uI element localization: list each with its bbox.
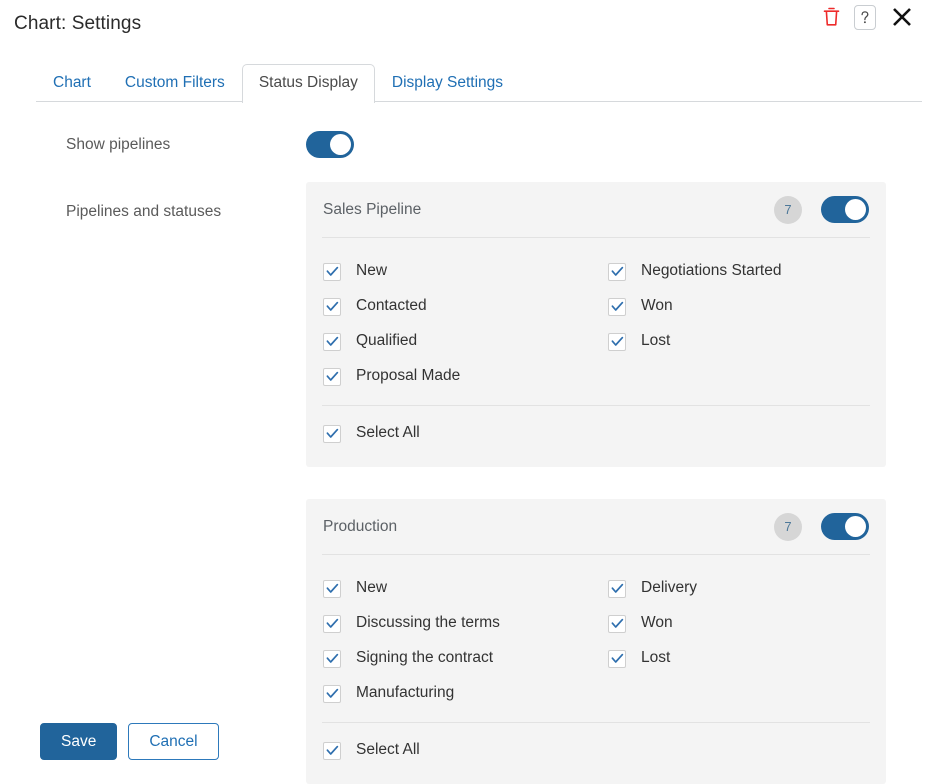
pipeline-toggle[interactable]	[821, 196, 869, 223]
status-label: Won	[641, 614, 673, 632]
checkbox-checked-icon[interactable]	[323, 424, 341, 443]
status-label: New	[356, 262, 388, 280]
status-checkbox-row[interactable]: Proposal Made	[323, 359, 596, 394]
status-column-left: New Contacted Qualified Proposal Made	[323, 254, 596, 394]
status-label: New	[356, 579, 388, 597]
checkbox-checked-icon[interactable]	[323, 741, 341, 760]
status-label: Lost	[641, 649, 671, 667]
select-all-row[interactable]: Select All	[323, 733, 869, 768]
checkbox-checked-icon[interactable]	[608, 332, 626, 351]
trash-icon	[823, 7, 839, 26]
status-checkbox-row[interactable]: Contacted	[323, 289, 596, 324]
status-checkbox-row[interactable]: Signing the contract	[323, 641, 596, 676]
row-pipelines-and-statuses: Pipelines and statuses Sales Pipeline 7	[0, 182, 932, 784]
checkbox-checked-icon[interactable]	[323, 579, 341, 598]
checkbox-checked-icon[interactable]	[608, 649, 626, 668]
checkbox-checked-icon[interactable]	[323, 649, 341, 668]
help-button[interactable]	[854, 4, 876, 30]
pipelines-and-statuses-label: Pipelines and statuses	[66, 203, 222, 220]
tab-bar: Chart Custom Filters Status Display Disp…	[0, 60, 932, 103]
status-label: Delivery	[641, 579, 697, 597]
select-all-wrap: Select All	[323, 406, 869, 467]
status-checkbox-row[interactable]: Discussing the terms	[323, 606, 596, 641]
pipeline-toggle[interactable]	[821, 513, 869, 540]
checkbox-checked-icon[interactable]	[323, 332, 341, 351]
status-checkbox-row[interactable]: Lost	[608, 641, 869, 676]
pipeline-header: Production 7	[323, 499, 869, 554]
pipeline-panel-production: Production 7 New Discussing the terms Si…	[306, 499, 886, 784]
status-label: Negotiations Started	[641, 262, 782, 280]
status-label: Won	[641, 297, 673, 315]
close-icon	[893, 8, 911, 26]
toggle-knob	[845, 199, 866, 220]
pipeline-title: Sales Pipeline	[323, 200, 422, 218]
select-all-wrap: Select All	[323, 723, 869, 784]
status-checkbox-row[interactable]: New	[323, 571, 596, 606]
dialog-header: Chart: Settings	[0, 0, 932, 46]
status-checkbox-row[interactable]: Negotiations Started	[608, 254, 869, 289]
status-label: Lost	[641, 332, 671, 350]
checkbox-checked-icon[interactable]	[323, 367, 341, 386]
checkbox-checked-icon[interactable]	[323, 262, 341, 281]
show-pipelines-control	[306, 131, 932, 158]
status-checkbox-row[interactable]: Won	[608, 289, 869, 324]
row-show-pipelines: Show pipelines	[0, 131, 932, 158]
checkbox-checked-icon[interactable]	[323, 614, 341, 633]
status-checkbox-row[interactable]: Delivery	[608, 571, 869, 606]
select-all-label: Select All	[356, 741, 420, 759]
select-all-label: Select All	[356, 424, 420, 442]
status-label: Discussing the terms	[356, 614, 500, 632]
tab-status-display[interactable]: Status Display	[241, 63, 375, 103]
checkbox-checked-icon[interactable]	[608, 297, 626, 316]
pipeline-panel-sales: Sales Pipeline 7 New Contacted Qualified…	[306, 182, 886, 467]
status-checkbox-row[interactable]: Won	[608, 606, 869, 641]
status-label: Qualified	[356, 332, 418, 350]
status-checkbox-row[interactable]: Manufacturing	[323, 676, 596, 711]
tab-display-settings[interactable]: Display Settings	[375, 64, 520, 103]
status-badge: 7	[774, 512, 802, 541]
close-button[interactable]	[888, 2, 916, 32]
tab-chart[interactable]: Chart	[36, 64, 108, 103]
toggle-knob	[845, 516, 866, 537]
show-pipelines-label: Show pipelines	[66, 135, 171, 153]
pipeline-title: Production	[323, 517, 398, 535]
status-column-right: Negotiations Started Won Lost	[596, 254, 869, 394]
pipeline-header: Sales Pipeline 7	[323, 182, 869, 237]
status-column-right: Delivery Won Lost	[596, 571, 869, 711]
toggle-knob	[330, 134, 351, 155]
checkbox-checked-icon[interactable]	[608, 614, 626, 633]
page-title: Chart: Settings	[14, 12, 142, 34]
dialog-footer: Save Cancel	[0, 723, 219, 784]
select-all-row[interactable]: Select All	[323, 416, 869, 451]
status-label: Manufacturing	[356, 684, 455, 702]
delete-button[interactable]	[820, 3, 842, 31]
status-badge: 7	[774, 195, 802, 224]
header-actions	[820, 2, 916, 32]
pipelines-list: Sales Pipeline 7 New Contacted Qualified…	[306, 182, 932, 784]
status-checkbox-row[interactable]: Qualified	[323, 324, 596, 359]
tab-list: Chart Custom Filters Status Display Disp…	[36, 63, 520, 103]
status-label: Signing the contract	[356, 649, 494, 667]
save-button[interactable]: Save	[40, 723, 118, 760]
status-label: Proposal Made	[356, 367, 461, 385]
status-checkbox-row[interactable]: New	[323, 254, 596, 289]
status-grid: New Contacted Qualified Proposal Made Ne…	[323, 238, 869, 405]
checkbox-checked-icon[interactable]	[608, 579, 626, 598]
show-pipelines-toggle[interactable]	[306, 131, 354, 158]
checkbox-checked-icon[interactable]	[608, 262, 626, 281]
cancel-button[interactable]: Cancel	[128, 723, 219, 760]
status-label: Contacted	[356, 297, 427, 315]
status-column-left: New Discussing the terms Signing the con…	[323, 571, 596, 711]
tab-custom-filters[interactable]: Custom Filters	[108, 64, 242, 103]
question-mark-icon	[861, 10, 869, 23]
status-grid: New Discussing the terms Signing the con…	[323, 555, 869, 722]
checkbox-checked-icon[interactable]	[323, 684, 341, 703]
checkbox-checked-icon[interactable]	[323, 297, 341, 316]
settings-form: Show pipelines Pipelines and statuses Sa…	[0, 131, 932, 784]
status-checkbox-row[interactable]: Lost	[608, 324, 869, 359]
